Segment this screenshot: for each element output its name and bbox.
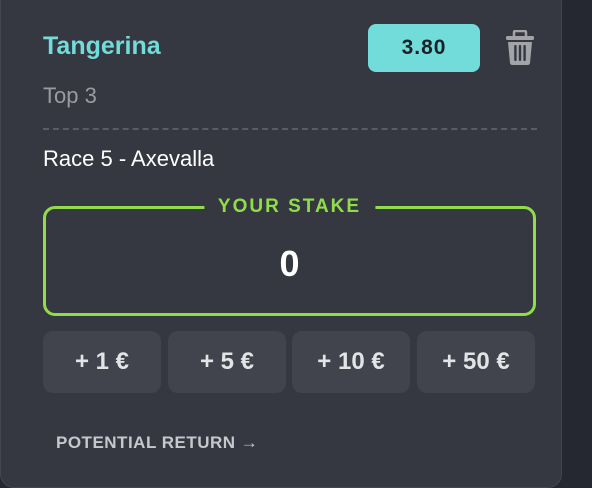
divider xyxy=(43,128,537,130)
quick-stake-1-button[interactable]: + 1 € xyxy=(43,331,161,393)
potential-return-link[interactable]: POTENTIAL RETURN → xyxy=(56,433,258,453)
stake-label: YOUR STAKE xyxy=(203,196,376,218)
race-title: Race 5 - Axevalla xyxy=(43,146,215,171)
quick-stake-10-button[interactable]: + 10 € xyxy=(292,331,410,393)
quick-stake-5-button[interactable]: + 5 € xyxy=(168,331,286,393)
odds-badge: 3.80 xyxy=(368,24,480,72)
trash-icon[interactable] xyxy=(503,29,537,66)
selection-name: Tangerina xyxy=(43,32,161,60)
stake-value: 0 xyxy=(279,243,300,284)
quick-stake-50-button[interactable]: + 50 € xyxy=(417,331,535,393)
market-name: Top 3 xyxy=(43,83,97,108)
stake-input[interactable]: YOUR STAKE 0 xyxy=(43,196,536,316)
trash-icon-graphic xyxy=(506,29,534,65)
